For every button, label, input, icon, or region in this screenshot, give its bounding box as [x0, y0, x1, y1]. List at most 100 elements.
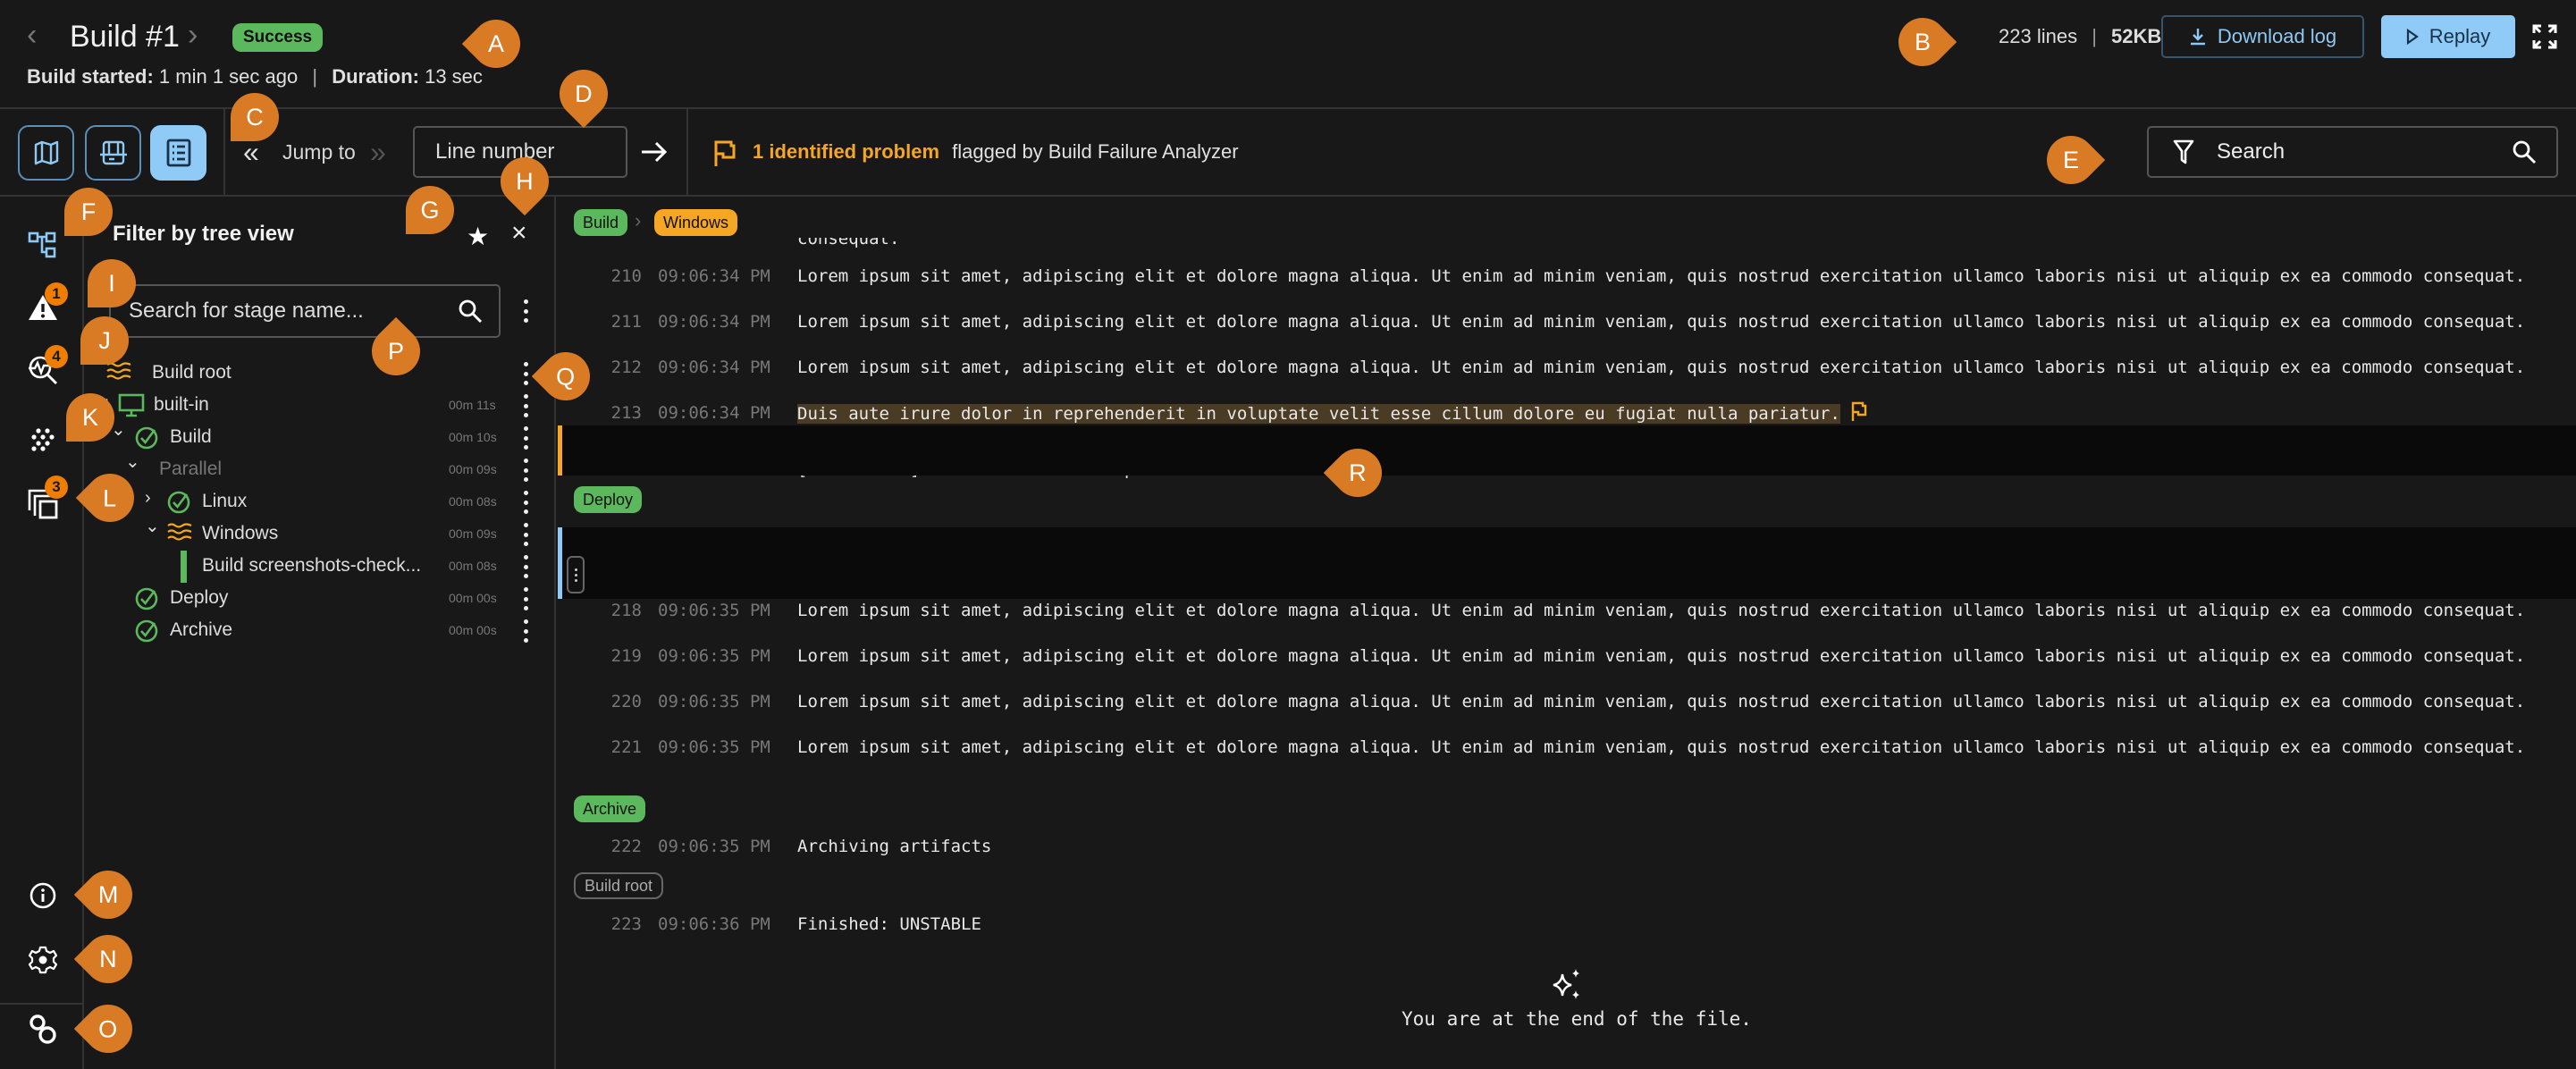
log-line-truncated: consequat.: [558, 238, 2576, 250]
tree-node[interactable]: Archive 00m 00s: [84, 615, 556, 647]
callout-letter: Q: [556, 363, 576, 391]
success-check-icon: [134, 619, 159, 648]
go-arrow-icon[interactable]: [638, 134, 670, 170]
tree-node[interactable]: Build root: [84, 358, 556, 390]
line-number[interactable]: 218: [606, 599, 642, 622]
tree-node[interactable]: Deploy 00m 00s: [84, 583, 556, 615]
search-icon[interactable]: [458, 299, 483, 324]
tree-node[interactable]: ⌄ Windows 00m 09s: [84, 515, 556, 551]
log-search-input[interactable]: [2217, 139, 2512, 164]
rail-artifacts-button[interactable]: [21, 418, 64, 461]
chevron-right-icon[interactable]: ›: [145, 488, 151, 509]
line-number[interactable]: 219: [606, 644, 642, 668]
line-options-button[interactable]: [567, 556, 585, 593]
tree-node[interactable]: Build screenshots-check... 00m 08s: [84, 551, 556, 583]
jump-to-label: Jump to: [282, 140, 356, 164]
chevron-down-icon[interactable]: ⌄: [125, 450, 140, 473]
tree-node-kebab[interactable]: [518, 553, 533, 580]
log-message: Lorem ipsum sit amet, adipiscing elit et…: [797, 737, 2526, 757]
tree-node-duration: 00m 08s: [449, 494, 497, 509]
tree-node[interactable]: ⌄ Build 00m 10s: [84, 420, 556, 454]
rail-link-button[interactable]: [21, 1008, 64, 1051]
stage-search-input[interactable]: [129, 299, 458, 324]
flag-icon[interactable]: [1840, 401, 1868, 424]
download-log-button[interactable]: Download log: [2161, 15, 2364, 58]
jump-next-button[interactable]: »: [370, 136, 386, 169]
fullscreen-icon[interactable]: [2531, 23, 2558, 50]
tree-node-name: Parallel: [159, 459, 223, 479]
breadcrumb-windows[interactable]: Windows: [654, 209, 738, 236]
tree-node-kebab[interactable]: [518, 521, 533, 548]
tree-node-kebab[interactable]: [518, 489, 533, 516]
star-icon[interactable]: ★: [467, 222, 489, 251]
tree-node-duration: 00m 00s: [449, 591, 497, 605]
map-view-button[interactable]: [18, 125, 74, 181]
selected-lines-band: [558, 425, 2576, 476]
chevron-down-icon[interactable]: ⌄: [145, 515, 160, 537]
stage-view-button[interactable]: [85, 125, 141, 181]
log-view-button[interactable]: [150, 125, 206, 181]
annotation-callout: C: [231, 93, 279, 141]
tree-node-kebab[interactable]: [518, 457, 533, 484]
log-search-box[interactable]: [2147, 126, 2558, 178]
search-icon[interactable]: [2512, 139, 2537, 164]
identified-problems[interactable]: 1 identified problem flagged by Build Fa…: [753, 140, 1239, 164]
timestamp: 09:06:35 PM: [658, 692, 770, 711]
line-number[interactable]: 212: [606, 356, 642, 379]
timestamp: 09:06:34 PM: [658, 266, 770, 286]
callout-letter: G: [420, 197, 440, 223]
download-icon: [2190, 29, 2205, 46]
stage-search-box[interactable]: [109, 284, 501, 338]
info-icon: [29, 882, 56, 909]
rail-divider: [0, 1003, 84, 1005]
tree-node[interactable]: ⌄ Parallel 00m 09s: [84, 452, 556, 486]
app-root: ‹ Build #1 › Success Build started: 1 mi…: [0, 0, 2576, 1069]
line-number[interactable]: 220: [606, 690, 642, 713]
callout-letter: H: [516, 168, 534, 195]
section-label-archive[interactable]: Archive: [574, 795, 646, 822]
timestamp: 09:06:35 PM: [658, 646, 770, 666]
rail-settings-button[interactable]: [21, 939, 64, 981]
line-number[interactable]: 210: [606, 265, 642, 288]
breadcrumb-build[interactable]: Build: [574, 209, 628, 236]
tree-node-kebab[interactable]: [518, 360, 533, 387]
line-number[interactable]: 221: [606, 736, 642, 759]
line-number[interactable]: 213: [606, 401, 642, 425]
previous-build-button[interactable]: ‹: [27, 18, 37, 53]
callout-letter: R: [1349, 459, 1367, 486]
line-number[interactable]: 222: [606, 835, 642, 858]
line-number[interactable]: 223: [606, 913, 642, 936]
callout-letter: I: [108, 270, 115, 297]
callout-letter: F: [80, 198, 97, 225]
tree-options-kebab[interactable]: [518, 298, 533, 324]
tree-node[interactable]: ⌄built-in00m 11s: [84, 388, 556, 422]
section-label-build-root[interactable]: Build root: [574, 872, 664, 899]
annotation-callout: G: [406, 186, 454, 234]
unstable-status-icon: [105, 361, 132, 385]
tree-node-kebab[interactable]: [518, 618, 533, 644]
tree-node-name: Archive: [170, 619, 233, 640]
sparkle-icon: [1553, 969, 1579, 999]
log-message: Lorem ipsum sit amet, adipiscing elit et…: [797, 312, 2526, 332]
unstable-status-icon: [166, 522, 193, 546]
rail-tree-view-button[interactable]: [21, 223, 64, 266]
section-label-deploy[interactable]: Deploy: [574, 486, 643, 513]
line-number[interactable]: 211: [606, 310, 642, 333]
log-message: Archiving artifacts: [797, 837, 992, 856]
tree-node-kebab[interactable]: [518, 425, 533, 451]
tree-node-kebab[interactable]: [518, 392, 533, 419]
tree-node-kebab[interactable]: [518, 585, 533, 612]
log-viewer: Build › Windows consequat. 210 09:06:34 P…: [558, 198, 2576, 1069]
rail-info-button[interactable]: [21, 874, 64, 917]
duration-value: 13 sec: [425, 65, 483, 88]
build-title: Build #1: [70, 20, 180, 54]
hover-marker: [558, 527, 562, 599]
tree-node[interactable]: › Linux 00m 08s: [84, 486, 556, 518]
replay-button[interactable]: Replay: [2381, 15, 2515, 58]
log-message: Lorem ipsum sit amet, adipiscing elit et…: [797, 358, 2526, 377]
filter-icon[interactable]: [2170, 139, 2197, 165]
highlighted-problem-text: Duis aute irure dolor in reprehenderit i…: [797, 404, 1840, 424]
next-build-button[interactable]: ›: [188, 18, 198, 53]
close-icon[interactable]: ×: [511, 218, 527, 248]
problem-count[interactable]: 1 identified problem: [753, 140, 939, 163]
